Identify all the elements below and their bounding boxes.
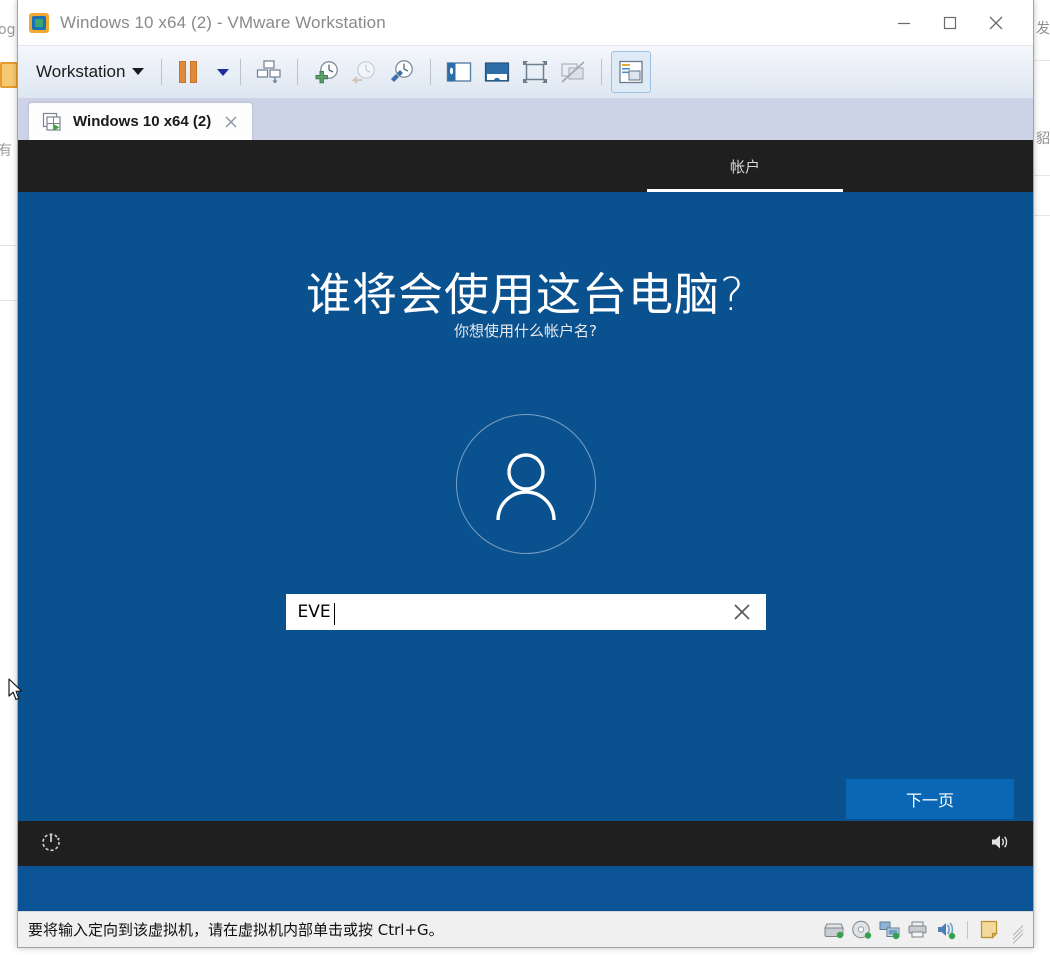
username-field-wrapper[interactable] <box>285 594 766 630</box>
oobe-topbar: 帐户 <box>18 140 1033 192</box>
thumbnail-bar-icon <box>619 60 644 84</box>
status-device-icons <box>822 919 1031 944</box>
library-panel-icon <box>447 62 472 82</box>
snapshot-revert-icon <box>352 61 376 84</box>
fullscreen-icon <box>523 61 548 83</box>
hard-disk-icon[interactable] <box>822 919 846 941</box>
status-message: 要将输入定向到该虚拟机，请在虚拟机内部单击或按 Ctrl+G。 <box>28 921 444 939</box>
background-left-text-mid: 有 <box>0 143 12 159</box>
window-titlebar[interactable]: Windows 10 x64 (2) - VMware Workstation <box>18 0 1033 45</box>
send-ctrl-alt-del-button[interactable] <box>250 52 288 92</box>
show-library-button[interactable] <box>440 52 478 92</box>
background-left-text-top: og <box>0 22 16 38</box>
vm-tab-label: Windows 10 x64 (2) <box>73 113 212 130</box>
ease-of-access-icon[interactable] <box>40 831 62 857</box>
vm-running-icon <box>42 112 61 131</box>
next-button[interactable]: 下一页 <box>846 779 1014 819</box>
vmware-workstation-window: Windows 10 x64 (2) - VMware Workstation … <box>17 0 1034 948</box>
vmware-logo-icon <box>29 12 49 33</box>
snapshot-add-icon <box>315 61 339 84</box>
network-adapter-icon[interactable] <box>878 919 902 941</box>
vmware-statusbar: 要将输入定向到该虚拟机，请在虚拟机内部单击或按 Ctrl+G。 <box>18 911 1033 947</box>
pause-button[interactable] <box>171 52 205 92</box>
show-console-view-button[interactable] <box>478 52 516 92</box>
toolbar-separator-5 <box>601 59 603 85</box>
window-controls <box>881 0 1033 45</box>
sound-card-icon[interactable] <box>934 919 958 941</box>
background-left-folder-icon <box>0 62 18 88</box>
usb-note-icon[interactable] <box>977 919 1001 941</box>
workstation-menu-label: Workstation <box>36 61 126 81</box>
oobe-bottombar <box>18 821 1033 866</box>
vmware-toolbar: Workstation <box>18 45 1033 98</box>
guest-vm-screen[interactable]: 帐户 谁将会使用这台电脑? 你想使用什么帐户名? EVE 下一页 <box>18 140 1033 911</box>
clear-x-icon[interactable] <box>720 596 764 628</box>
minimize-button[interactable] <box>881 0 927 45</box>
console-view-icon <box>485 62 510 82</box>
oobe-tab-account[interactable]: 帐户 <box>647 140 843 192</box>
page-title: 谁将会使用这台电脑? <box>306 268 745 321</box>
close-button[interactable] <box>973 0 1019 45</box>
revert-snapshot-button[interactable] <box>345 52 383 92</box>
resize-grip[interactable] <box>1009 923 1024 944</box>
cd-dvd-icon[interactable] <box>850 919 874 941</box>
snapshot-manager-icon <box>391 60 414 82</box>
fullscreen-button[interactable] <box>516 52 554 92</box>
keyboard-send-icon <box>257 60 282 84</box>
username-input[interactable] <box>287 596 720 628</box>
unity-mode-button[interactable] <box>554 52 592 92</box>
chevron-down-icon <box>132 68 145 75</box>
statusbar-separator <box>967 920 968 939</box>
toolbar-separator-2 <box>240 59 242 85</box>
window-title: Windows 10 x64 (2) - VMware Workstation <box>60 12 386 32</box>
oobe-tab-label: 帐户 <box>729 157 760 176</box>
background-right-text-mid: 貂 <box>1036 131 1050 147</box>
background-right-text-top: 发 <box>1036 21 1050 37</box>
vm-tab-close-icon[interactable] <box>220 111 242 133</box>
oobe-content: 谁将会使用这台电脑? 你想使用什么帐户名? EVE 下一页 <box>18 192 1033 866</box>
vm-tabstrip: Windows 10 x64 (2) <box>18 98 1033 140</box>
take-snapshot-button[interactable] <box>307 52 345 92</box>
unity-mode-disabled-icon <box>561 61 585 83</box>
printer-icon[interactable] <box>906 919 930 941</box>
page-subtitle: 你想使用什么帐户名? <box>454 322 597 340</box>
workstation-menu-button[interactable]: Workstation <box>28 58 152 87</box>
desktop-background: og 有 发 貂 Windows 10 x64 (2) - VMware Wor… <box>0 0 1050 955</box>
thumbnail-bar-button[interactable] <box>611 51 652 93</box>
user-avatar-icon <box>455 414 596 554</box>
vm-tab-windows-10-x64-2[interactable]: Windows 10 x64 (2) <box>28 102 254 140</box>
chevron-down-icon <box>216 68 229 76</box>
text-caret <box>333 603 335 625</box>
pause-icon <box>179 61 198 83</box>
toolbar-separator-3 <box>297 59 299 85</box>
maximize-button[interactable] <box>927 0 973 45</box>
speaker-icon[interactable] <box>989 832 1011 856</box>
toolbar-separator <box>161 59 163 85</box>
manage-snapshots-button[interactable] <box>383 52 421 92</box>
pause-dropdown[interactable] <box>205 52 231 92</box>
toolbar-separator-4 <box>430 59 432 85</box>
